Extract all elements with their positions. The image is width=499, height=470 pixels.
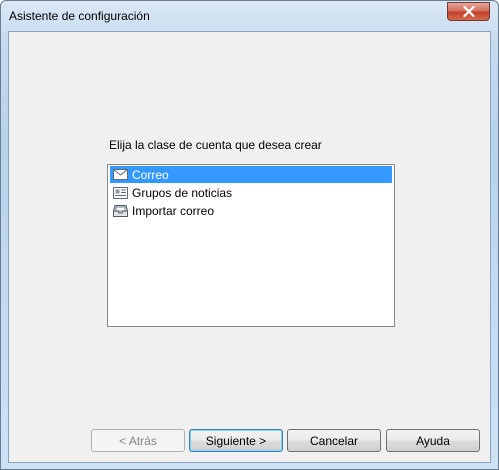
list-item-label: Grupos de noticias — [132, 185, 233, 200]
list-item-grupos-de-noticias[interactable]: Grupos de noticias — [110, 184, 392, 201]
setup-wizard-window: Asistente de configuración Elija la clas… — [0, 0, 499, 470]
account-type-list[interactable]: Correo Grupos de noticias Importar corre… — [107, 164, 395, 327]
next-button[interactable]: Siguiente > — [189, 429, 283, 452]
close-button[interactable] — [447, 2, 490, 21]
inbox-tray-icon — [112, 204, 128, 218]
cancel-button[interactable]: Cancelar — [287, 429, 381, 452]
title-bar[interactable]: Asistente de configuración — [1, 1, 498, 31]
window-title: Asistente de configuración — [9, 9, 150, 23]
envelope-icon — [112, 168, 128, 182]
list-item-label: Correo — [132, 167, 169, 182]
help-button[interactable]: Ayuda — [386, 429, 480, 452]
list-item-importar-correo[interactable]: Importar correo — [110, 202, 392, 219]
close-x-icon — [462, 6, 475, 17]
back-button[interactable]: < Atrás — [91, 429, 185, 452]
list-item-correo[interactable]: Correo — [110, 166, 392, 183]
newsgroup-icon — [112, 186, 128, 200]
wizard-content: Elija la clase de cuenta que desea crear… — [8, 31, 491, 463]
list-item-label: Importar correo — [132, 203, 215, 218]
account-type-prompt: Elija la clase de cuenta que desea crear — [109, 138, 322, 152]
